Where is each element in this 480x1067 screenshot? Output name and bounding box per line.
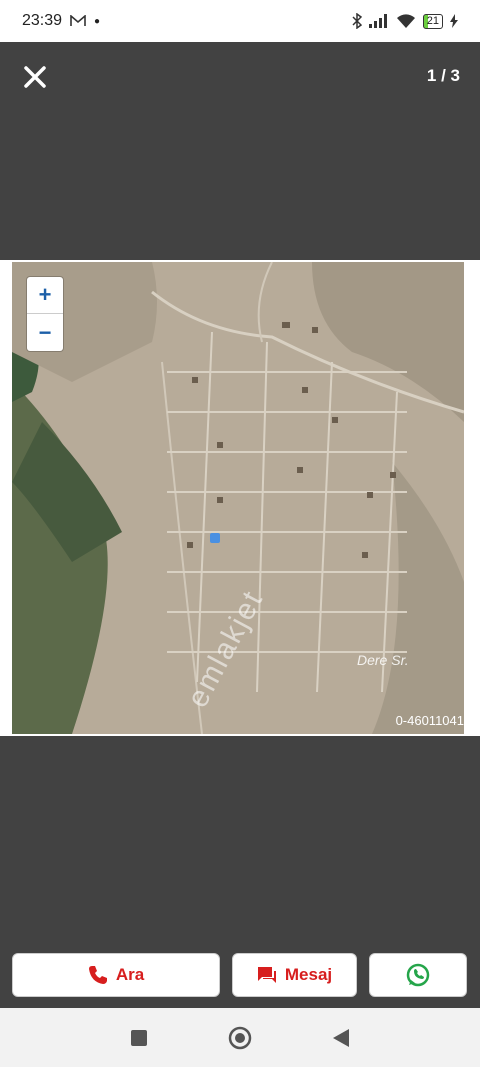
- bluetooth-icon: [352, 13, 362, 29]
- phone-icon: [88, 966, 107, 984]
- close-button[interactable]: [20, 62, 50, 92]
- wifi-icon: [396, 13, 415, 28]
- zoom-out-button[interactable]: −: [27, 314, 63, 351]
- close-icon: [24, 66, 46, 88]
- whatsapp-icon: [406, 963, 430, 987]
- recent-apps-icon[interactable]: [129, 1028, 149, 1048]
- map-image[interactable]: + − emlakjet Dere Sr. 0-46011041: [0, 260, 480, 736]
- satellite-map: + − emlakjet Dere Sr. 0-46011041: [12, 262, 464, 734]
- listing-id: 0-46011041: [395, 713, 464, 728]
- home-icon[interactable]: [227, 1025, 253, 1051]
- action-bar: Ara Mesaj: [0, 950, 480, 1008]
- message-button[interactable]: Mesaj: [232, 953, 357, 997]
- image-counter: 1 / 3: [426, 66, 460, 85]
- chat-icon: [257, 967, 276, 983]
- status-right: 21: [352, 13, 458, 29]
- signal-icon: [368, 14, 387, 28]
- call-button[interactable]: Ara: [12, 953, 220, 997]
- back-icon[interactable]: [331, 1027, 351, 1049]
- call-label: Ara: [115, 965, 145, 984]
- gmail-icon: [70, 15, 86, 26]
- status-bar: 23:39 ● 21: [0, 0, 480, 42]
- status-left: 23:39 ●: [22, 12, 100, 30]
- dot-icon: ●: [94, 15, 101, 27]
- message-label: Mesaj: [284, 965, 333, 984]
- zoom-controls: + −: [27, 277, 63, 351]
- charging-icon: [450, 14, 458, 28]
- status-time: 23:39: [22, 12, 63, 29]
- image-viewer: 1 / 3 + − emlakjet Dere Sr. 0-46011041: [0, 42, 480, 950]
- zoom-in-button[interactable]: +: [27, 277, 63, 314]
- street-label: Dere Sr.: [357, 652, 409, 668]
- whatsapp-button[interactable]: [369, 953, 467, 997]
- navigation-bar: [0, 1008, 480, 1067]
- battery-indicator: 21: [422, 13, 443, 29]
